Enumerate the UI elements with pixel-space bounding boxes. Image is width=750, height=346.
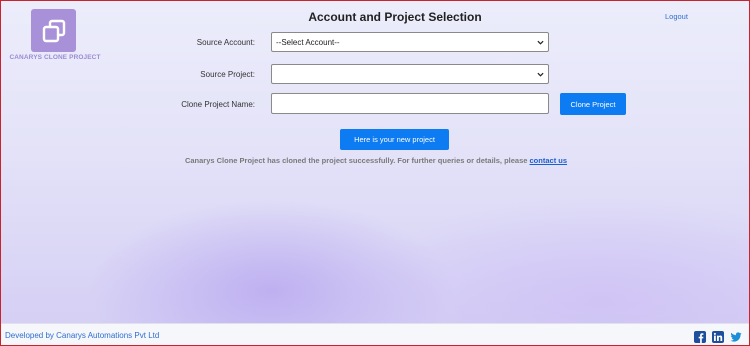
source-project-select[interactable] <box>271 64 549 84</box>
facebook-icon[interactable] <box>694 331 706 343</box>
footer-text: Developed by Canarys Automations Pvt Ltd <box>5 331 160 340</box>
app-window: CANARYS CLONE PROJECT Account and Projec… <box>0 0 750 346</box>
page-title: Account and Project Selection <box>308 10 482 24</box>
source-account-select[interactable]: --Select Account-- <box>271 32 549 52</box>
clone-project-name-input[interactable] <box>271 93 549 114</box>
success-message-text: Canarys Clone Project has cloned the pro… <box>184 156 530 165</box>
clone-icon <box>42 19 65 42</box>
linkedin-icon[interactable] <box>712 331 724 343</box>
source-account-value: --Select Account-- <box>276 37 340 47</box>
clone-project-button[interactable]: Clone Project <box>560 93 626 115</box>
logout-link[interactable]: Logout <box>665 12 688 21</box>
app-logo <box>31 9 76 52</box>
logo-text: CANARYS CLONE PROJECT <box>9 54 101 61</box>
new-project-button[interactable]: Here is your new project <box>340 129 449 150</box>
chevron-down-icon <box>537 40 544 45</box>
source-project-label: Source Project: <box>200 70 255 79</box>
clone-project-name-label: Clone Project Name: <box>181 100 255 109</box>
source-account-label: Source Account: <box>196 38 255 47</box>
footer: Developed by Canarys Automations Pvt Ltd <box>1 323 749 345</box>
chevron-down-icon <box>537 72 544 77</box>
success-message: Canarys Clone Project has cloned the pro… <box>171 156 581 165</box>
twitter-icon[interactable] <box>730 331 742 343</box>
contact-us-link[interactable]: contact us <box>530 156 568 165</box>
